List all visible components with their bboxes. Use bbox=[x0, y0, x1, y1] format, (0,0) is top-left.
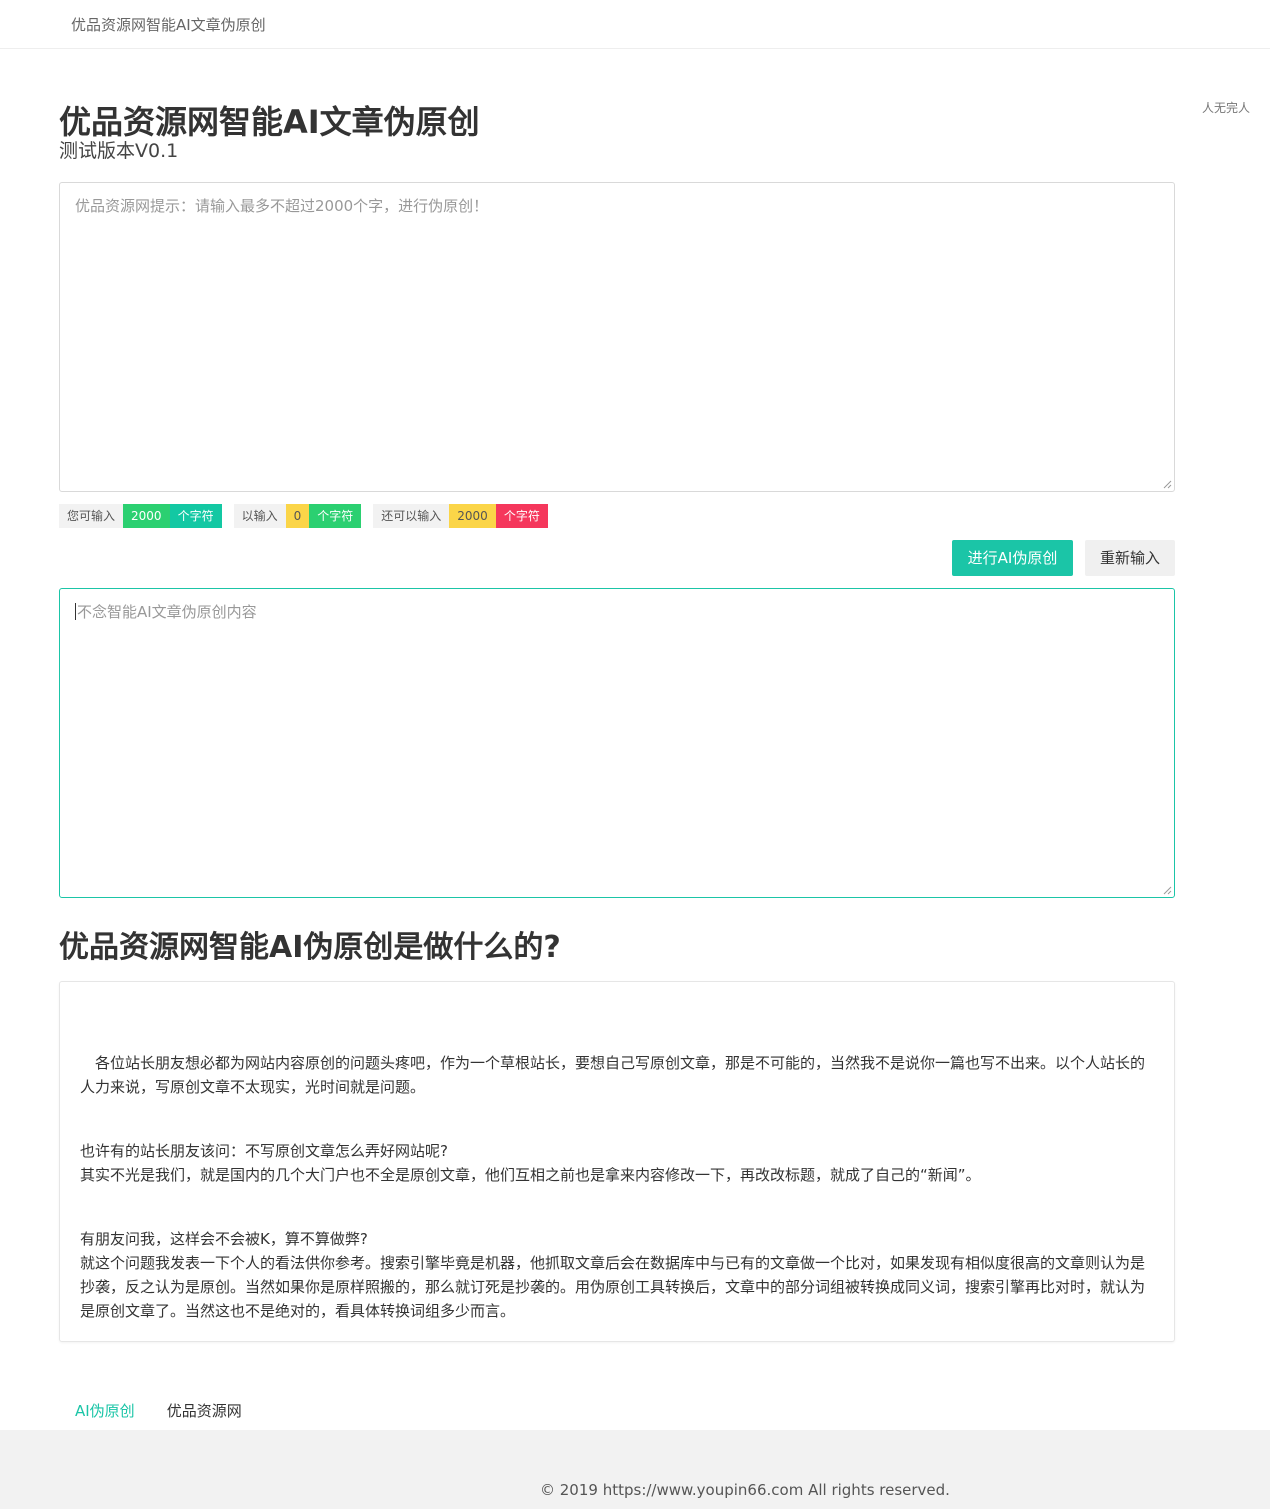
character-counters: 您可输入 2000 个字符 以输入 0 个字符 还可以输入 2000 个字符 bbox=[59, 504, 560, 528]
resize-handle-icon[interactable] bbox=[1163, 480, 1172, 489]
rewrite-button[interactable]: 进行AI伪原创 bbox=[952, 540, 1073, 576]
counter-entered-unit: 个字符 bbox=[309, 504, 362, 528]
reset-button[interactable]: 重新输入 bbox=[1085, 540, 1175, 576]
about-question: 有朋友问我，这样会不会被K，算不算做弊? bbox=[80, 1230, 368, 1248]
about-answer: 就这个问题我发表一下个人的看法供你参考。搜索引擎毕竟是机器，他抓取文章后会在数据… bbox=[80, 1254, 1146, 1320]
footer-links: AI伪原创 优品资源网 bbox=[75, 1400, 274, 1421]
footer-link-youpin[interactable]: 优品资源网 bbox=[167, 1400, 242, 1421]
footer-link-ai-rewrite[interactable]: AI伪原创 bbox=[75, 1400, 135, 1421]
about-paragraph: 也许有的站长朋友该问：不写原创文章怎么弄好网站呢? 其实不光是我们，就是国内的几… bbox=[80, 1139, 1154, 1187]
about-question: 也许有的站长朋友该问：不写原创文章怎么弄好网站呢? bbox=[80, 1142, 448, 1160]
output-placeholder-line: 不念智能AI文章伪原创内容 bbox=[75, 602, 1159, 622]
site-brand[interactable]: 优品资源网智能AI文章伪原创 bbox=[71, 14, 266, 35]
source-text-input[interactable]: 优品资源网提示：请输入最多不超过2000个字，进行伪原创！ bbox=[59, 182, 1175, 492]
about-answer: 其实不光是我们，就是国内的几个大门户也不全是原创文章，他们互相之前也是拿来内容修… bbox=[80, 1166, 981, 1184]
counter-max: 您可输入 2000 个字符 bbox=[59, 504, 222, 528]
source-text-placeholder: 优品资源网提示：请输入最多不超过2000个字，进行伪原创！ bbox=[75, 197, 489, 215]
counter-entered-label: 以输入 bbox=[233, 504, 286, 528]
output-placeholder: 不念智能AI文章伪原创内容 bbox=[77, 603, 257, 621]
counter-remaining: 还可以输入 2000 个字符 bbox=[373, 504, 548, 528]
counter-remaining-label: 还可以输入 bbox=[373, 504, 450, 528]
page-subtitle: 测试版本V0.1 bbox=[59, 140, 179, 162]
resize-handle-icon[interactable] bbox=[1163, 886, 1172, 895]
text-caret bbox=[75, 603, 76, 620]
counter-max-value: 2000 bbox=[123, 504, 170, 528]
about-paragraph: 有朋友问我，这样会不会被K，算不算做弊? 就这个问题我发表一下个人的看法供你参考… bbox=[80, 1227, 1154, 1323]
side-note: 人无完人 bbox=[1201, 101, 1250, 115]
about-paragraph: 各位站长朋友想必都为网站内容原创的问题头疼吧，作为一个草根站长，要想自己写原创文… bbox=[80, 1054, 1146, 1096]
counter-remaining-unit: 个字符 bbox=[495, 504, 548, 528]
rewritten-text-output[interactable]: 不念智能AI文章伪原创内容 bbox=[59, 588, 1175, 898]
counter-entered-value: 0 bbox=[285, 504, 310, 528]
counter-entered: 以输入 0 个字符 bbox=[233, 504, 362, 528]
about-title: 优品资源网智能AI伪原创是做什么的? bbox=[59, 930, 561, 965]
page-footer: © 2019 https://www.youpin66.com All righ… bbox=[0, 1430, 1270, 1509]
about-card: 各位站长朋友想必都为网站内容原创的问题头疼吧，作为一个草根站长，要想自己写原创文… bbox=[59, 981, 1175, 1342]
counter-remaining-value: 2000 bbox=[449, 504, 496, 528]
counter-max-unit: 个字符 bbox=[169, 504, 222, 528]
copyright: © 2019 https://www.youpin66.com All righ… bbox=[540, 1481, 950, 1499]
counter-max-label: 您可输入 bbox=[59, 504, 124, 528]
top-navbar: 优品资源网智能AI文章伪原创 bbox=[0, 0, 1270, 49]
